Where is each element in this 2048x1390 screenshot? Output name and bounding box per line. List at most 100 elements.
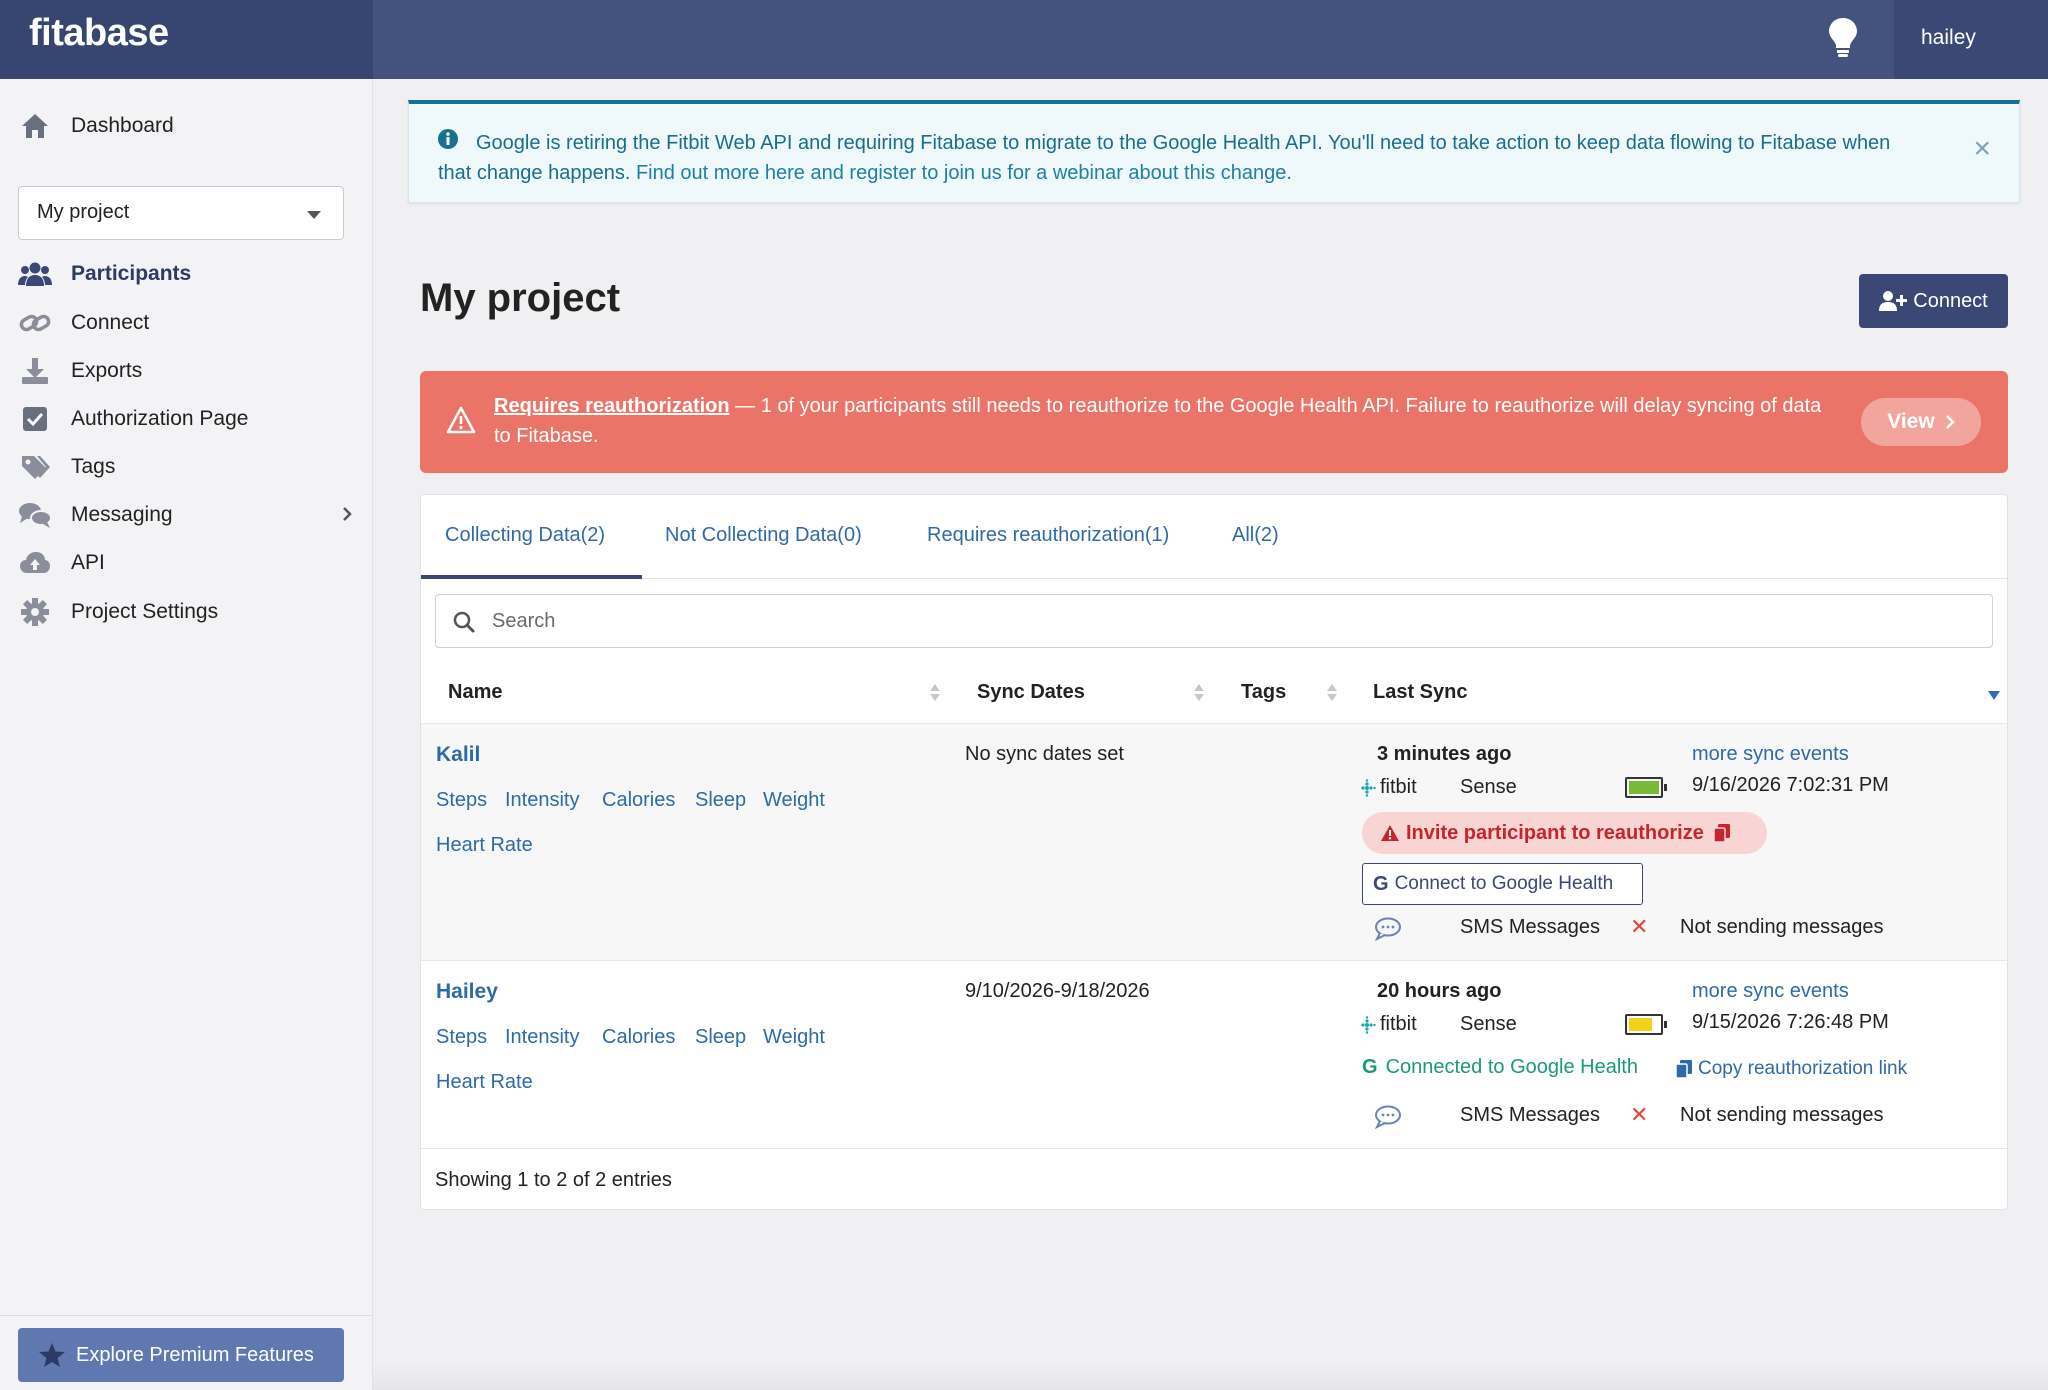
last-sync-datetime: 9/15/2026 7:26:48 PM — [1692, 1011, 1889, 1033]
checkbox-icon — [18, 404, 52, 434]
connect-google-health-label: Connect to Google Health — [1394, 873, 1614, 894]
sidebar-item-label: Dashboard — [71, 114, 174, 137]
table-row: Kalil Steps Intensity Calories Sleep Wei… — [421, 723, 2007, 960]
sidebar-item-messaging[interactable]: Messaging — [18, 495, 358, 535]
metric-link-intensity[interactable]: Intensity — [505, 1026, 579, 1049]
google-icon: G — [1362, 1056, 1378, 1078]
last-sync-ago: 20 hours ago — [1377, 980, 1502, 1002]
sort-desc-icon[interactable] — [1988, 691, 2000, 700]
comment-icon — [1374, 1105, 1401, 1129]
metric-link-weight[interactable]: Weight — [763, 1026, 825, 1049]
search-input[interactable] — [492, 605, 1972, 637]
more-sync-events-link[interactable]: more sync events — [1692, 743, 1849, 766]
reauthorization-alert: Requires reauthorization — 1 of your par… — [420, 371, 2008, 473]
sort-icon[interactable] — [1194, 682, 1204, 704]
explore-premium-button[interactable]: Explore Premium Features — [18, 1328, 344, 1382]
invite-label: Invite participant to reauthorize — [1406, 821, 1704, 844]
metric-link-steps[interactable]: Steps — [436, 1026, 487, 1049]
sms-status: Not sending messages — [1680, 1104, 1884, 1126]
metric-link-weight[interactable]: Weight — [763, 789, 825, 812]
connect-button[interactable]: Connect — [1859, 274, 2008, 328]
column-header-tags[interactable]: Tags — [1241, 681, 1286, 704]
brand-area: fitabase — [0, 0, 373, 79]
metric-link-sleep[interactable]: Sleep — [695, 789, 746, 812]
sort-icon[interactable] — [930, 682, 940, 704]
sidebar-item-connect[interactable]: Connect — [18, 303, 358, 343]
metric-link-intensity[interactable]: Intensity — [505, 789, 579, 812]
metric-link-sleep[interactable]: Sleep — [695, 1026, 746, 1049]
metric-link-calories[interactable]: Calories — [602, 789, 675, 812]
connected-label: Connected to Google Health — [1385, 1056, 1638, 1078]
tab-collecting-data[interactable]: Collecting Data(2) — [445, 524, 605, 547]
sidebar-item-exports[interactable]: Exports — [18, 351, 358, 391]
fitbit-icon — [1361, 1015, 1376, 1034]
participant-name-link[interactable]: Kalil — [436, 743, 480, 767]
fitbit-icon — [1361, 778, 1376, 797]
view-button[interactable]: View — [1861, 398, 1981, 446]
sidebar-item-dashboard[interactable]: Dashboard — [18, 106, 358, 146]
top-navbar: fitabase hailey — [0, 0, 2048, 79]
sidebar-item-label: Exports — [71, 359, 143, 382]
info-banner-link[interactable]: Find out more here and register to join … — [636, 162, 1292, 184]
sms-label: SMS Messages — [1460, 916, 1601, 938]
page-title: My project — [420, 276, 621, 320]
device-name: Sense — [1460, 1013, 1517, 1035]
copy-link-label: Copy reauthorization link — [1698, 1058, 1908, 1079]
column-header-name[interactable]: Name — [448, 681, 502, 704]
download-icon — [18, 356, 52, 386]
sidebar-item-project-settings[interactable]: Project Settings — [18, 592, 358, 632]
cloud-upload-icon — [18, 548, 52, 578]
requires-reauthorization-link[interactable]: Requires reauthorization — [494, 395, 730, 417]
metric-link-steps[interactable]: Steps — [436, 789, 487, 812]
last-sync-ago: 3 minutes ago — [1377, 743, 1512, 765]
invite-reauthorize-button[interactable]: Invite participant to reauthorize — [1362, 812, 1767, 854]
close-icon[interactable]: × — [1973, 134, 1991, 164]
connect-google-health-button[interactable]: G Connect to Google Health — [1362, 863, 1643, 905]
connected-google-health: G Connected to Google Health — [1362, 1056, 1638, 1079]
battery-icon — [1625, 1014, 1667, 1035]
participant-name-link[interactable]: Hailey — [436, 980, 498, 1004]
user-name: hailey — [1921, 26, 1976, 49]
tab-all[interactable]: All(2) — [1232, 524, 1279, 547]
tab-bar: Collecting Data(2) Not Collecting Data(0… — [421, 495, 2007, 579]
copy-reauthorization-link[interactable]: Copy reauthorization link — [1676, 1058, 1907, 1080]
column-header-sync-dates[interactable]: Sync Dates — [977, 681, 1085, 704]
home-icon — [18, 111, 52, 141]
more-sync-events-link[interactable]: more sync events — [1692, 980, 1849, 1003]
alert-text: Requires reauthorization — 1 of your par… — [494, 391, 1824, 451]
star-icon — [39, 1343, 65, 1367]
sidebar-item-label: Project Settings — [71, 600, 219, 623]
entries-info: Showing 1 to 2 of 2 entries — [435, 1169, 672, 1191]
sidebar-item-label: Connect — [71, 311, 150, 334]
brand-logo[interactable]: fitabase — [29, 12, 169, 55]
users-icon — [18, 259, 52, 289]
battery-fill — [1629, 1018, 1652, 1031]
tab-requires-reauthorization[interactable]: Requires reauthorization(1) — [927, 524, 1169, 547]
metric-link-heart-rate[interactable]: Heart Rate — [436, 834, 533, 857]
fitbit-brand: fitbit — [1358, 1013, 1417, 1036]
sidebar-item-api[interactable]: API — [18, 543, 358, 583]
fitbit-brand: fitbit — [1358, 776, 1417, 799]
x-icon: ✕ — [1630, 914, 1649, 939]
active-tab-indicator — [421, 575, 642, 579]
metric-link-heart-rate[interactable]: Heart Rate — [436, 1071, 533, 1094]
sidebar-item-participants[interactable]: Participants — [18, 254, 358, 294]
sync-dates: 9/10/2026-9/18/2026 — [965, 980, 1150, 1002]
sidebar-item-tags[interactable]: Tags — [18, 447, 358, 487]
participants-card: Collecting Data(2) Not Collecting Data(0… — [420, 494, 2008, 1210]
premium-section: Explore Premium Features — [0, 1315, 373, 1390]
user-menu[interactable]: hailey — [1894, 0, 2048, 79]
chevron-right-icon — [343, 507, 352, 521]
copy-icon — [1713, 824, 1730, 842]
info-banner-text: Google is retiring the Fitbit Web API an… — [438, 128, 1928, 188]
info-banner: Google is retiring the Fitbit Web API an… — [408, 100, 2020, 203]
lightbulb-icon[interactable] — [1826, 16, 1860, 60]
sort-icon[interactable] — [1327, 682, 1337, 704]
project-select[interactable]: My project — [18, 186, 344, 240]
metric-link-calories[interactable]: Calories — [602, 1026, 675, 1049]
x-icon: ✕ — [1630, 1102, 1649, 1127]
column-header-last-sync[interactable]: Last Sync — [1373, 681, 1467, 704]
caret-down-icon — [307, 211, 321, 219]
sidebar-item-authorization-page[interactable]: Authorization Page — [18, 399, 358, 439]
tab-not-collecting-data[interactable]: Not Collecting Data(0) — [665, 524, 862, 547]
